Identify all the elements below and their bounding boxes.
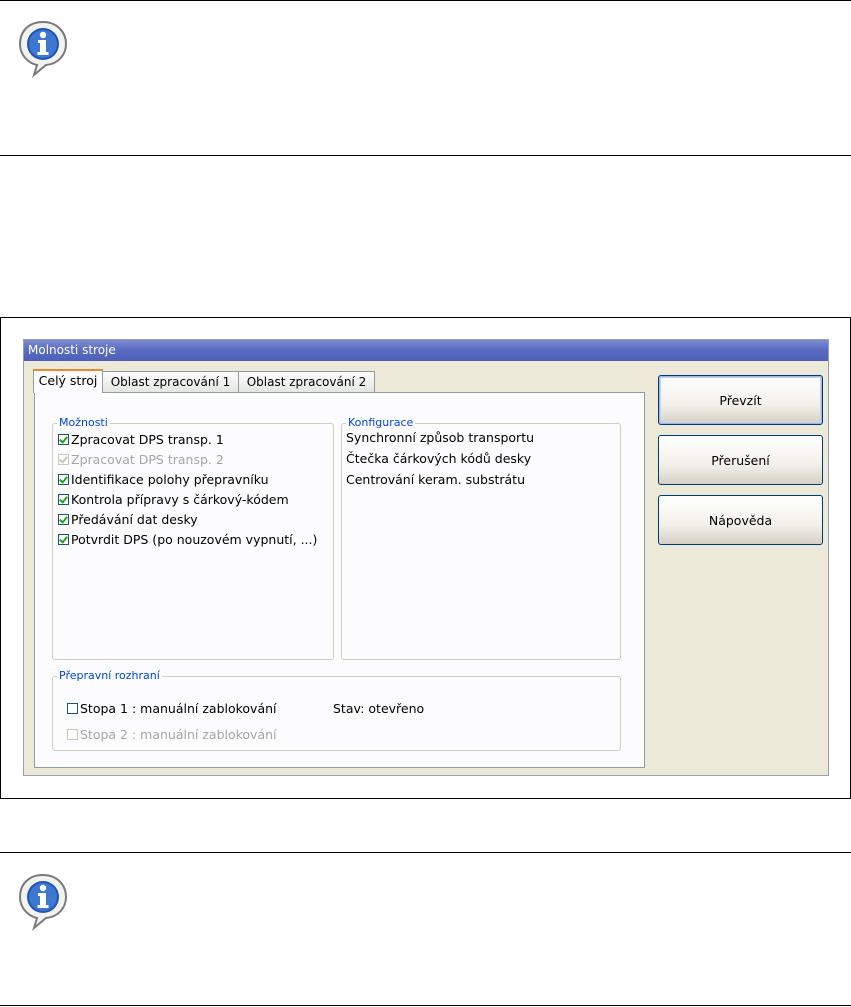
cancel-button[interactable]: Přerušení: [658, 435, 823, 485]
tab-panel-whole-machine: Možnosti Zpracovat DPS transp. 1 Zpracov…: [34, 392, 645, 768]
option-carrier-position-identification[interactable]: Identifikace polohy přepravníku: [58, 471, 269, 489]
config-item: Centrování keram. substrátu: [346, 472, 525, 487]
lane-1-manual-lock[interactable]: Stopa 1 : manuální zablokování: [67, 700, 277, 718]
checkbox[interactable]: [67, 703, 78, 714]
checkbox[interactable]: [58, 514, 69, 525]
transport-interface-group-label: Přepravní rozhraní: [57, 669, 162, 683]
checkbox[interactable]: [58, 534, 69, 545]
checkbox[interactable]: [58, 434, 69, 445]
tab-processing-area-1[interactable]: Oblast zpracování 1: [102, 371, 239, 392]
screenshot-frame: Molnosti stroje Celý stroj Oblast zpraco…: [0, 317, 851, 799]
tab-whole-machine[interactable]: Celý stroj: [33, 369, 103, 393]
configuration-group-label: Konfigurace: [346, 416, 416, 430]
checkbox[interactable]: [58, 474, 69, 485]
option-board-data-transfer[interactable]: Předávání dat desky: [58, 511, 198, 529]
option-confirm-pcb[interactable]: Potvrdit DPS (po nouzovém vypnutí, ...): [58, 531, 317, 549]
configuration-group: Konfigurace Synchronní způsob transportu…: [341, 416, 621, 660]
machine-options-dialog: Molnosti stroje Celý stroj Oblast zpraco…: [23, 339, 829, 776]
bottom-divider-upper: [0, 852, 851, 853]
dialog-title: Molnosti stroje: [24, 340, 828, 361]
config-item: Čtečka čárkových kódů desky: [346, 451, 532, 466]
help-button[interactable]: Nápověda: [658, 495, 823, 545]
checkbox: [67, 729, 78, 740]
lane-2-manual-lock: Stopa 2 : manuální zablokování: [67, 726, 277, 744]
option-setup-check-barcode[interactable]: Kontrola přípravy s čárkový-kódem: [58, 491, 289, 509]
option-process-pcb-lane-1[interactable]: Zpracovat DPS transp. 1: [58, 431, 224, 449]
info-icon: [18, 873, 68, 931]
bottom-divider-lower: [0, 1005, 851, 1006]
transport-interface-group: Přepravní rozhraní Stopa 1 : manuální za…: [52, 669, 621, 751]
top-divider-upper: [0, 0, 851, 1]
accept-button[interactable]: Převzít: [658, 375, 823, 425]
tab-processing-area-2[interactable]: Oblast zpracování 2: [238, 371, 375, 392]
info-icon: [18, 20, 68, 78]
options-group-label: Možnosti: [57, 416, 110, 430]
config-item: Synchronní způsob transportu: [346, 430, 535, 445]
transport-status: Stav: otevřeno: [333, 701, 425, 716]
options-group: Možnosti Zpracovat DPS transp. 1 Zpracov…: [52, 416, 334, 660]
option-process-pcb-lane-2: Zpracovat DPS transp. 2: [58, 451, 224, 469]
checkbox[interactable]: [58, 494, 69, 505]
top-divider-lower: [0, 155, 851, 156]
checkbox: [58, 454, 69, 465]
